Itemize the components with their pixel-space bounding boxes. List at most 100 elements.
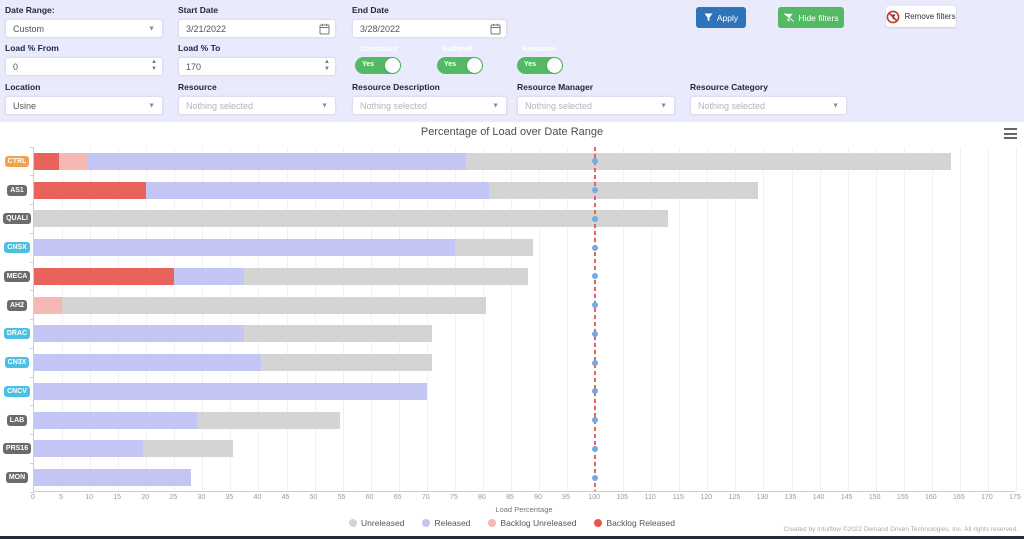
row-label-cn3x: CN3X <box>2 357 32 368</box>
bar-segment-unreleased[interactable] <box>62 297 486 314</box>
category-pill[interactable]: LAB <box>7 415 27 426</box>
category-pill[interactable]: CN3X <box>5 357 30 368</box>
resource-category-select[interactable]: Nothing selected ▼ <box>690 96 847 115</box>
category-pill[interactable]: MON <box>6 472 28 483</box>
legend-item-backlog-unreleased[interactable]: Backlog Unreleased <box>488 518 576 528</box>
bar-segment-unreleased[interactable] <box>143 440 233 457</box>
row-label-ctrl: CTRL <box>2 156 32 167</box>
bar-segment-unreleased[interactable] <box>261 354 432 371</box>
x-tick-label: 25 <box>169 494 177 501</box>
hide-filters-button[interactable]: Hide filters <box>778 7 844 28</box>
bar-segment-backlog_released[interactable] <box>34 153 59 170</box>
x-tick-label: 50 <box>310 494 318 501</box>
hide-filters-label: Hide filters <box>798 13 838 23</box>
x-tick-label: 40 <box>254 494 262 501</box>
start-date-input[interactable] <box>186 24 328 34</box>
resource-select[interactable]: Nothing selected ▼ <box>178 96 336 115</box>
x-tick-label: 150 <box>869 494 881 501</box>
legend-item-backlog-released[interactable]: Backlog Released <box>594 518 675 528</box>
category-pill[interactable]: CNCV <box>4 386 30 397</box>
calendar-icon[interactable] <box>490 23 501 37</box>
legend-dot <box>488 519 496 527</box>
bar-segment-unreleased[interactable] <box>244 325 432 342</box>
gridline <box>932 147 933 491</box>
y-tick <box>30 175 34 176</box>
load-from-field: ▲▼ <box>5 57 163 76</box>
location-select[interactable]: Usine ▼ <box>5 96 163 115</box>
bar-segment-backlog_unreleased[interactable] <box>34 297 62 314</box>
resource-description-select[interactable]: Nothing selected ▼ <box>352 96 507 115</box>
y-tick <box>30 405 34 406</box>
bar-segment-released[interactable] <box>34 469 191 486</box>
category-pill[interactable]: DRAC <box>4 328 30 339</box>
toggle-state-label: Yes <box>362 61 374 68</box>
bar-segment-released[interactable] <box>87 153 466 170</box>
x-tick-label: 95 <box>562 494 570 501</box>
load-to-label: Load % To <box>178 43 336 53</box>
toggle-state-label: Yes <box>524 61 536 68</box>
x-tick-label: 170 <box>981 494 993 501</box>
bar-segment-unreleased[interactable] <box>244 268 527 285</box>
bar-segment-released[interactable] <box>34 440 143 457</box>
category-pill[interactable]: MECA <box>4 271 31 282</box>
category-pill[interactable]: CNSX <box>4 242 29 253</box>
number-stepper[interactable]: ▲▼ <box>151 59 157 73</box>
gridline <box>876 147 877 491</box>
gridline <box>904 147 905 491</box>
bar-segment-unreleased[interactable] <box>455 239 534 256</box>
bar-segment-backlog_released[interactable] <box>34 182 146 199</box>
constraint-toggle[interactable]: Yes <box>355 57 401 74</box>
x-tick-label: 105 <box>616 494 628 501</box>
bar-segment-unreleased[interactable] <box>197 412 340 429</box>
x-tick-label: 130 <box>757 494 769 501</box>
bar-segment-released[interactable] <box>34 354 261 371</box>
end-date-input[interactable] <box>360 24 499 34</box>
location-label: Location <box>5 82 163 92</box>
legend-item-released[interactable]: Released <box>422 518 470 528</box>
reference-marker <box>592 475 598 481</box>
load-from-input[interactable] <box>13 62 155 72</box>
bar-segment-unreleased[interactable] <box>489 182 758 199</box>
category-pill[interactable]: AS1 <box>7 185 27 196</box>
reference-marker <box>592 216 598 222</box>
legend-label: Backlog Unreleased <box>500 518 576 528</box>
category-pill[interactable]: QUALI <box>3 213 31 224</box>
x-tick-label: 5 <box>59 494 63 501</box>
category-pill[interactable]: CTRL <box>5 156 30 167</box>
load-to-input[interactable] <box>186 62 328 72</box>
x-tick-label: 15 <box>113 494 121 501</box>
bar-segment-unreleased[interactable] <box>466 153 951 170</box>
x-tick-label: 90 <box>534 494 542 501</box>
bar-segment-backlog_unreleased[interactable] <box>59 153 87 170</box>
chart-menu-button[interactable] <box>1003 127 1018 140</box>
date-range-select[interactable]: Custom ▼ <box>5 19 163 38</box>
bar-segment-released[interactable] <box>34 239 455 256</box>
resource-toggle[interactable]: Yes <box>517 57 563 74</box>
location-value: Usine <box>13 101 36 111</box>
bar-segment-released[interactable] <box>34 412 197 429</box>
apply-button[interactable]: Apply <box>696 7 746 28</box>
category-pill[interactable]: AH2 <box>7 300 27 311</box>
chart-card: Percentage of Load over Date Range 05101… <box>0 122 1024 536</box>
number-stepper[interactable]: ▲▼ <box>324 59 330 73</box>
category-pill[interactable]: PRS16 <box>3 443 31 454</box>
calendar-icon[interactable] <box>319 23 330 37</box>
load-from-label: Load % From <box>5 43 163 53</box>
bar-segment-released[interactable] <box>34 325 244 342</box>
bar-segment-unreleased[interactable] <box>34 210 668 227</box>
row-label-meca: MECA <box>2 271 32 282</box>
resource-manager-select[interactable]: Nothing selected ▼ <box>517 96 675 115</box>
page: Date Range: Custom ▼ Start Date End Date <box>0 0 1024 539</box>
bar-segment-released[interactable] <box>34 383 427 400</box>
chevron-down-icon: ▼ <box>492 102 499 109</box>
x-tick-label: 65 <box>394 494 402 501</box>
x-tick-label: 55 <box>338 494 346 501</box>
constraint-badge: Constraint <box>355 41 403 55</box>
buffered-toggle[interactable]: Yes <box>437 57 483 74</box>
bar-segment-released[interactable] <box>174 268 244 285</box>
remove-filters-button[interactable]: Remove filters <box>886 6 956 27</box>
bar-segment-released[interactable] <box>146 182 488 199</box>
bar-segment-backlog_released[interactable] <box>34 268 174 285</box>
x-tick-label: 115 <box>673 494 684 501</box>
legend-item-unreleased[interactable]: Unreleased <box>349 518 404 528</box>
